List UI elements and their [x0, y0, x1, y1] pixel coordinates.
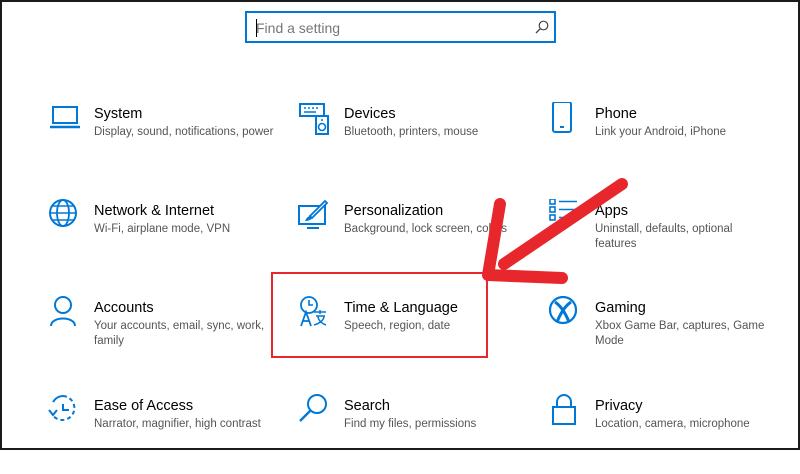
tile-gaming[interactable]: Gaming Xbox Game Bar, captures, Game Mod…: [549, 296, 779, 376]
tile-title: Gaming: [595, 300, 646, 316]
tile-title: Accounts: [94, 300, 154, 316]
tile-title: Devices: [344, 106, 396, 122]
tile-title: System: [94, 106, 143, 122]
search-input[interactable]: [256, 18, 516, 38]
tile-network-internet[interactable]: Network & Internet Wi-Fi, airplane mode,…: [48, 199, 278, 279]
tile-accounts[interactable]: Accounts Your accounts, email, sync, wor…: [48, 296, 278, 376]
tile-description: Narrator, magnifier, high contrast: [94, 418, 261, 430]
tile-description: Link your Android, iPhone: [595, 126, 727, 138]
annotation-arrow: [482, 178, 628, 284]
text-caret: [256, 19, 257, 37]
ease-of-access-icon: [48, 395, 76, 421]
tile-description: Find my files, permissions: [344, 418, 477, 430]
lock-icon: [552, 394, 576, 425]
search-box[interactable]: [245, 11, 556, 43]
search-icon[interactable]: [534, 19, 550, 35]
paint-brush-icon: [298, 199, 329, 229]
laptop-icon: [50, 106, 80, 129]
tile-system[interactable]: System Display, sound, notifications, po…: [48, 102, 278, 182]
search-icon: [299, 394, 327, 422]
tile-title: Privacy: [595, 398, 643, 414]
globe-icon: [49, 199, 77, 227]
tile-description: Your accounts, email, sync, work, family: [94, 320, 265, 347]
tile-description: Display, sound, notifications, power: [94, 126, 274, 138]
tile-description: Bluetooth, printers, mouse: [344, 126, 479, 138]
tile-title: Personalization: [344, 203, 444, 219]
tile-title: Network & Internet: [94, 203, 215, 219]
xbox-icon: [549, 296, 578, 325]
tile-description: Location, camera, microphone: [595, 418, 750, 430]
tile-description: Wi-Fi, airplane mode, VPN: [94, 223, 231, 235]
annotation-highlight-box: [271, 272, 488, 358]
tile-title: Search: [344, 398, 390, 414]
tile-title: Ease of Access: [94, 398, 194, 414]
tile-description: Xbox Game Bar, captures, Game Mode: [595, 320, 765, 347]
tile-search[interactable]: Search Find my files, permissions: [298, 394, 528, 474]
tile-ease-of-access[interactable]: Ease of Access Narrator, magnifier, high…: [48, 394, 278, 474]
person-icon: [50, 296, 76, 327]
keyboard-speaker-icon: [299, 103, 329, 135]
tile-title: Phone: [595, 106, 637, 122]
tile-privacy[interactable]: Privacy Location, camera, microphone: [549, 394, 779, 474]
phone-icon: [552, 102, 572, 133]
